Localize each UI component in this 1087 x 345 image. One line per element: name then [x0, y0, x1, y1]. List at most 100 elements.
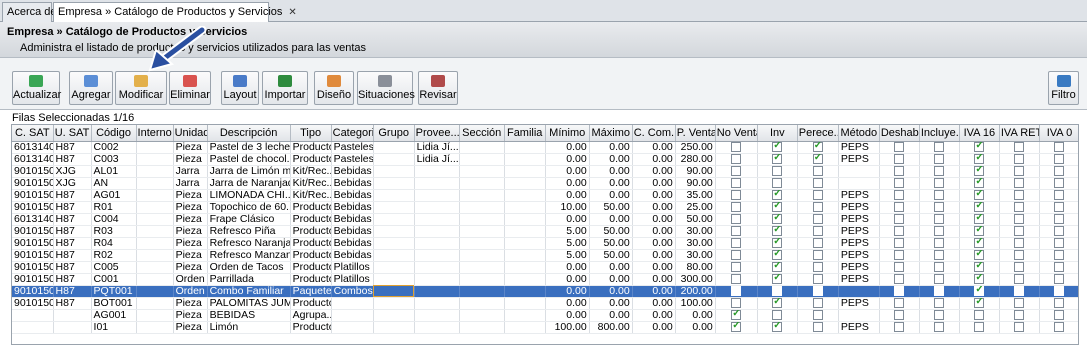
table-row[interactable]: 90101501H87C005 PiezaOrden de TacosProduc… [12, 261, 1078, 274]
cell-iva0[interactable] [1039, 237, 1078, 250]
cell-tipo[interactable]: Producto [290, 249, 332, 262]
cell-tipo[interactable]: Kit/Rec... [290, 165, 332, 178]
checkbox[interactable] [1054, 165, 1065, 176]
column-header[interactable]: U. SAT [53, 125, 92, 142]
cell-iva0[interactable] [1039, 225, 1078, 238]
cell-pventa[interactable]: 250.00 [675, 141, 716, 154]
cell-iva16[interactable] [959, 297, 1000, 310]
cell-pventa[interactable]: 300.00 [675, 273, 716, 286]
cell-metodo[interactable]: PEPS [838, 189, 880, 202]
checkbox[interactable] [1054, 213, 1065, 224]
column-header[interactable]: Sección [459, 125, 505, 142]
cell-pventa[interactable]: 30.00 [675, 249, 716, 262]
cell-perece[interactable] [797, 309, 839, 322]
checkbox[interactable] [812, 273, 823, 284]
cell-ccom[interactable]: 0.00 [632, 201, 676, 214]
cell-tipo[interactable]: Kit/Rec... [290, 189, 332, 202]
checkbox[interactable] [731, 297, 742, 308]
cell-prov[interactable] [414, 177, 460, 190]
cell-ccom[interactable]: 0.00 [632, 273, 676, 286]
checkbox[interactable] [731, 213, 742, 224]
cell-iva0[interactable] [1039, 309, 1078, 322]
cell-sec[interactable] [459, 273, 505, 286]
cell-metodo[interactable]: PEPS [838, 249, 880, 262]
cell-iva0[interactable] [1039, 297, 1078, 310]
checkbox[interactable] [934, 273, 945, 284]
cell-incluye[interactable] [919, 177, 960, 190]
cell-codigo[interactable]: PQT001 [91, 285, 137, 298]
checkbox[interactable] [974, 201, 985, 212]
cell-tipo[interactable]: Producto [290, 225, 332, 238]
checkbox[interactable] [974, 249, 985, 260]
cell-iva16[interactable] [959, 321, 1000, 334]
cell-ccom[interactable]: 0.00 [632, 213, 676, 226]
cell-inv[interactable] [757, 297, 798, 310]
cell-grupo[interactable] [373, 141, 415, 154]
cell-usat[interactable]: XJG [53, 165, 92, 178]
cell-codigo[interactable]: C005 [91, 261, 137, 274]
cell-codigo[interactable]: R01 [91, 201, 137, 214]
cell-csat[interactable]: 90101501 [12, 201, 54, 214]
checkbox[interactable] [1054, 285, 1065, 296]
checkbox[interactable] [731, 285, 742, 296]
column-header[interactable]: Incluye... [919, 125, 960, 142]
cell-grupo[interactable] [373, 261, 415, 274]
column-header[interactable]: C. Com... [632, 125, 676, 142]
cell-interno[interactable] [136, 225, 174, 238]
cell-interno[interactable] [136, 297, 174, 310]
cell-sec[interactable] [459, 261, 505, 274]
cell-fam[interactable] [504, 153, 546, 166]
cell-min[interactable]: 0.00 [545, 297, 590, 310]
cell-codigo[interactable]: C001 [91, 273, 137, 286]
checkbox[interactable] [934, 213, 945, 224]
cell-desc[interactable]: BEBIDAS [207, 309, 291, 322]
cell-incluye[interactable] [919, 309, 960, 322]
checkbox[interactable] [974, 189, 985, 200]
checkbox[interactable] [974, 261, 985, 272]
cell-sec[interactable] [459, 285, 505, 298]
cell-deshab[interactable] [879, 189, 920, 202]
cell-ccom[interactable]: 0.00 [632, 261, 676, 274]
cell-cat[interactable]: Bebidas [331, 177, 374, 190]
checkbox[interactable] [772, 249, 783, 260]
importar-button[interactable]: Importar [262, 71, 308, 105]
cell-ivaret[interactable] [999, 141, 1040, 154]
cell-inv[interactable] [757, 261, 798, 274]
cell-prov[interactable] [414, 165, 460, 178]
cell-prov[interactable]: Lidia Jí... [414, 153, 460, 166]
column-header[interactable]: Categoria [331, 125, 374, 142]
column-header[interactable]: Interno [136, 125, 174, 142]
checkbox[interactable] [1054, 237, 1065, 248]
cell-tipo[interactable]: Producto [290, 153, 332, 166]
cell-ccom[interactable]: 0.00 [632, 321, 676, 334]
cell-usat[interactable]: H87 [53, 297, 92, 310]
checkbox[interactable] [974, 225, 985, 236]
cell-pventa[interactable]: 50.00 [675, 213, 716, 226]
column-header[interactable]: Mínimo [545, 125, 590, 142]
checkbox[interactable] [1014, 237, 1025, 248]
cell-ivaret[interactable] [999, 213, 1040, 226]
cell-cat[interactable]: Bebidas [331, 201, 374, 214]
actualizar-button[interactable]: Actualizar [12, 71, 61, 105]
cell-deshab[interactable] [879, 225, 920, 238]
checkbox[interactable] [812, 189, 823, 200]
cell-csat[interactable]: 90101501 [12, 225, 54, 238]
cell-iva0[interactable] [1039, 285, 1078, 298]
cell-noventa[interactable] [715, 297, 758, 310]
cell-unidad[interactable]: Orden [173, 285, 208, 298]
cell-ivaret[interactable] [999, 189, 1040, 202]
cell-cat[interactable]: Platillos [331, 261, 374, 274]
cell-prov[interactable] [414, 225, 460, 238]
cell-desc[interactable]: PALOMITAS JUM... [207, 297, 291, 310]
cell-deshab[interactable] [879, 177, 920, 190]
checkbox[interactable] [894, 285, 905, 296]
cell-noventa[interactable] [715, 225, 758, 238]
cell-ccom[interactable]: 0.00 [632, 225, 676, 238]
cell-grupo[interactable] [373, 321, 415, 334]
cell-inv[interactable] [757, 237, 798, 250]
cell-prov[interactable] [414, 213, 460, 226]
cell-incluye[interactable] [919, 141, 960, 154]
cell-deshab[interactable] [879, 237, 920, 250]
cell-csat[interactable]: 90101501 [12, 249, 54, 262]
cell-cat[interactable]: Pasteles [331, 141, 374, 154]
